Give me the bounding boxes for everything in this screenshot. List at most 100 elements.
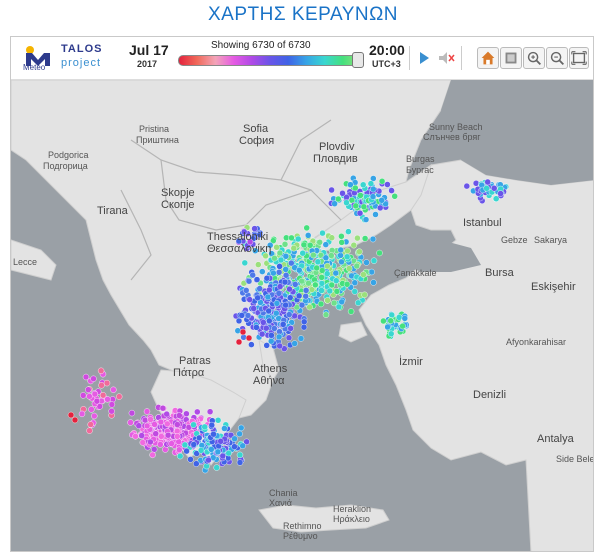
time-range-slider[interactable] [178, 55, 362, 66]
lightning-strike-dot [245, 334, 253, 342]
lightning-strike-dot [302, 287, 310, 294]
lightning-strike-dot [326, 287, 333, 295]
lightning-strike-dot [378, 197, 385, 204]
lightning-strike-dot [181, 441, 189, 449]
lightning-strike-dot [174, 433, 181, 440]
zoom-in-icon[interactable] [523, 47, 545, 69]
lightning-strike-dot [299, 249, 306, 257]
lightning-strike-dot [271, 325, 278, 332]
map-label-izmir: İzmir [399, 355, 423, 368]
map-label-thessaloniki: Thessaloniki [207, 231, 268, 243]
map-label-sakarya: Sakarya [534, 235, 567, 245]
lightning-strike-dot [378, 178, 386, 185]
map-label-pristina-gr: Приштина [136, 135, 179, 145]
toolbar: Meteo TALOS project Jul 17 2017 Showing … [11, 37, 593, 80]
lightning-strike-dot [328, 252, 335, 259]
lightning-strike-dot [367, 180, 375, 187]
map-label-sofia: Sofia [243, 123, 269, 135]
lightning-strike-dot [322, 241, 329, 248]
play-icon[interactable] [413, 47, 435, 69]
lightning-strike-dot [260, 319, 267, 326]
fullscreen-icon[interactable] [569, 47, 589, 69]
lightning-strike-dot [290, 244, 297, 252]
showing-count: Showing 6730 of 6730 [211, 40, 311, 51]
lightning-strike-dot [318, 287, 325, 294]
lightning-strike-dot [282, 272, 290, 279]
lightning-strike-dot [245, 277, 253, 285]
map-canvas[interactable]: Podgorica Подгорица Pristina Приштина So… [11, 80, 593, 551]
lightning-strike-dot [291, 312, 298, 320]
lightning-strike-dot [282, 253, 290, 260]
lightning-strike-dot [91, 412, 98, 420]
layers-icon[interactable] [500, 47, 522, 69]
map-label-pristina: Pristina [139, 124, 169, 134]
lightning-strike-dot [164, 432, 172, 439]
map-label-athens-gr: Αθήνα [253, 375, 285, 387]
lightning-strike-dot [268, 338, 275, 345]
lightning-strike-dot [370, 185, 377, 193]
lightning-strike-dot [219, 452, 227, 460]
lightning-strike-dot [249, 271, 256, 279]
lightning-strike-dot [214, 448, 222, 456]
map-label-sofia-gr: София [239, 135, 274, 147]
lightning-strike-dot [254, 294, 261, 302]
lightning-strike-dot [307, 242, 314, 249]
lightning-strike-dot [221, 425, 228, 432]
lightning-strike-dot [270, 269, 277, 277]
lightning-strike-dot [276, 263, 283, 270]
lightning-strike-dot [208, 446, 215, 453]
sound-mute-icon[interactable] [435, 47, 457, 69]
lightning-strike-dot [387, 317, 394, 325]
home-icon[interactable] [477, 47, 499, 69]
lightning-strike-dot [310, 251, 317, 259]
lightning-strike-dot [297, 335, 305, 342]
lightning-strike-dot [236, 430, 243, 438]
lightning-strike-dot [248, 341, 255, 348]
lightning-strike-dot [275, 333, 283, 341]
lightning-strike-dot [281, 278, 289, 286]
lightning-strike-dot [388, 187, 395, 194]
map-label-bursa: Bursa [485, 267, 515, 279]
map-label-skopje: Skopje [161, 187, 195, 199]
zoom-out-icon[interactable] [546, 47, 568, 69]
lightning-strike-dot [268, 332, 275, 339]
lightning-strike-dot [344, 247, 351, 255]
lightning-map-widget: Meteo TALOS project Jul 17 2017 Showing … [10, 36, 594, 552]
lightning-strike-dot [328, 186, 335, 194]
lightning-strike-dot [115, 393, 123, 400]
lightning-strike-dot [295, 235, 302, 243]
lightning-strike-dot [319, 229, 326, 237]
lightning-strike-dot [266, 317, 273, 325]
map-label-tirana: Tirana [97, 205, 129, 217]
lightning-strike-dot [259, 268, 266, 275]
lightning-strike-dot [302, 292, 309, 300]
lightning-strike-dot [328, 234, 335, 241]
map-label-patras: Patras [179, 355, 211, 367]
lightning-strike-dot [324, 270, 331, 277]
map-label-istanbul: Istanbul [463, 217, 502, 229]
lightning-strike-dot [324, 262, 331, 270]
slider-thumb[interactable] [352, 52, 364, 68]
lightning-strike-dot [242, 287, 250, 294]
lightning-strike-dot [363, 259, 370, 266]
lightning-strike-dot [258, 330, 266, 338]
lightning-strike-dot [370, 257, 378, 264]
lightning-strike-dot [190, 441, 198, 448]
lightning-strike-dot [352, 184, 359, 192]
lightning-strike-dot [483, 185, 490, 192]
lightning-strike-dot [86, 427, 93, 434]
lightning-strike-dot [276, 249, 284, 257]
lightning-strike-dot [322, 254, 330, 262]
lightning-strike-dot [401, 315, 408, 322]
lightning-strike-dot [288, 234, 295, 242]
lightning-strike-dot [288, 259, 295, 267]
lightning-strike-dot [127, 419, 134, 426]
lightning-strike-dot [291, 340, 298, 347]
map-svg: Podgorica Подгорица Pristina Приштина So… [11, 80, 593, 551]
lightning-strike-dot [337, 252, 344, 259]
lightning-strike-dot [338, 298, 345, 306]
lightning-strike-dot [266, 286, 273, 294]
map-label-chania: Chania [269, 488, 298, 498]
map-label-afyonkarahisar: Afyonkarahisar [506, 337, 566, 347]
lightning-strike-dot [79, 392, 87, 399]
